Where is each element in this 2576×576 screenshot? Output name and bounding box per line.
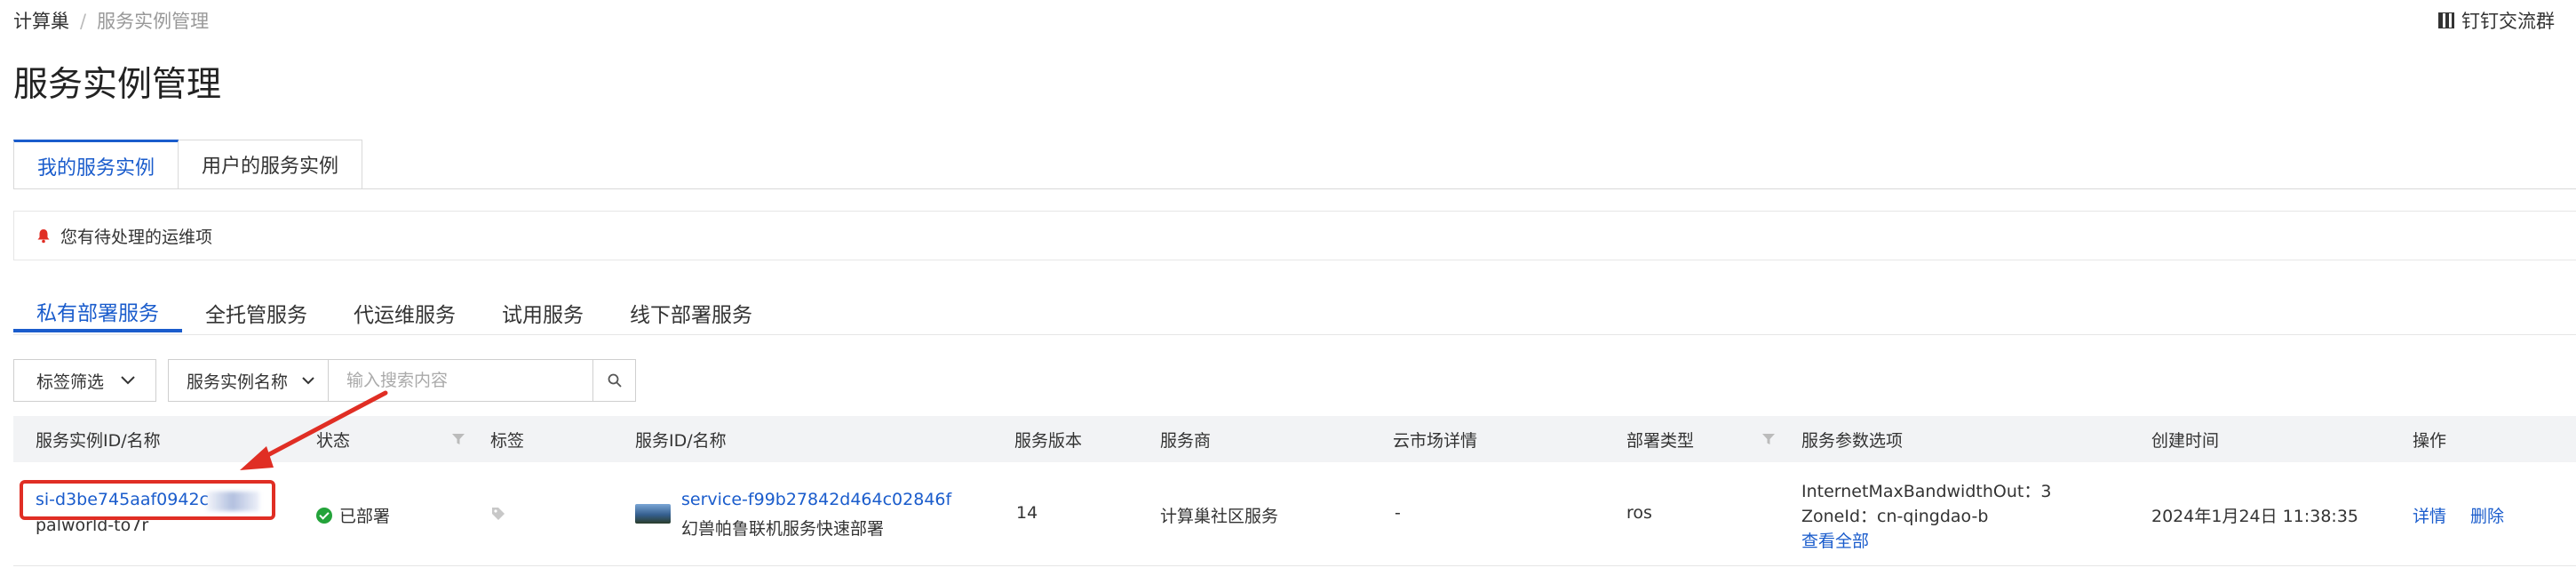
annotation-arrow-icon: [240, 390, 388, 470]
